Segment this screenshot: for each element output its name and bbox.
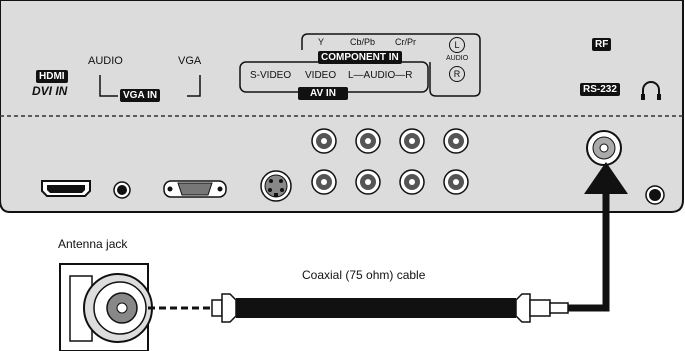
audio-mini-jack-icon: [113, 181, 131, 199]
vga-port-icon: [163, 180, 227, 198]
side-jack-icon: [645, 185, 665, 205]
rs232-badge: RS-232: [580, 83, 620, 96]
audio-label: AUDIO: [88, 55, 123, 67]
s-video-label: S-VIDEO: [250, 70, 292, 81]
cb-pb-label: Cb/Pb: [350, 37, 376, 47]
audio-right-marker: R: [449, 66, 465, 82]
antenna-jack-icon: [59, 263, 153, 351]
audio-small-label: AUDIO: [446, 55, 469, 62]
y-label: Y: [318, 37, 325, 47]
tv-back-panel: [0, 0, 684, 213]
av-in-badge: AV IN: [298, 87, 348, 100]
component-in-badge: COMPONENT IN: [318, 51, 402, 64]
video-label: VIDEO: [305, 70, 337, 81]
vga-label: VGA: [178, 55, 202, 67]
rf-jack-icon: [586, 130, 622, 166]
antenna-jack-label: Antenna jack: [58, 237, 128, 251]
vga-in-badge: VGA IN: [120, 89, 161, 102]
rf-badge: RF: [592, 38, 612, 51]
coaxial-cable: [211, 293, 569, 323]
tv-connection-diagram: HDMI DVI IN AUDIO VGA VGA IN Y Cb/Pb Cr/…: [0, 0, 685, 351]
svideo-port-icon: [260, 170, 292, 202]
cable-label: Coaxial (75 ohm) cable: [302, 268, 426, 282]
hdmi-port-icon: [41, 180, 91, 197]
cr-pr-label: Cr/Pr: [395, 37, 416, 47]
l-audio-r-label: L—AUDIO—R: [348, 70, 413, 81]
audio-left-marker: L: [449, 37, 465, 53]
dvi-in-label: DVI IN: [32, 84, 68, 98]
hdmi-badge: HDMI: [36, 70, 68, 83]
